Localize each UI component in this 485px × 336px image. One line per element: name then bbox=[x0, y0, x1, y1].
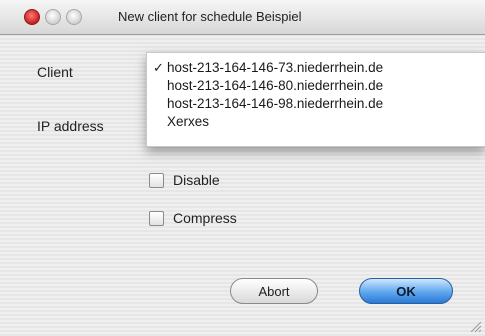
dialog-window: New client for schedule Beispiel Client … bbox=[0, 0, 485, 336]
compress-checkbox[interactable] bbox=[149, 211, 164, 226]
client-option[interactable]: ✓ host-213-164-146-73.niederrhein.de bbox=[147, 59, 485, 77]
client-dropdown-menu[interactable]: ✓ host-213-164-146-73.niederrhein.de hos… bbox=[146, 52, 485, 147]
client-option-label: host-213-164-146-73.niederrhein.de bbox=[167, 60, 384, 75]
client-option-label: host-213-164-146-98.niederrhein.de bbox=[167, 96, 384, 111]
client-label: Client bbox=[37, 64, 73, 80]
zoom-window-icon[interactable] bbox=[66, 9, 82, 25]
disable-label[interactable]: Disable bbox=[173, 171, 220, 189]
abort-button[interactable]: Abort bbox=[230, 278, 318, 304]
resize-grip-icon[interactable] bbox=[469, 320, 481, 332]
client-option-label: Xerxes bbox=[167, 114, 210, 129]
compress-label[interactable]: Compress bbox=[173, 209, 237, 227]
client-option[interactable]: host-213-164-146-80.niederrhein.de bbox=[147, 77, 485, 95]
client-option-label: host-213-164-146-80.niederrhein.de bbox=[167, 78, 384, 93]
ip-address-label: IP address bbox=[37, 118, 104, 134]
close-window-icon[interactable] bbox=[24, 9, 40, 25]
client-option[interactable]: host-213-164-146-98.niederrhein.de bbox=[147, 95, 485, 113]
window-title: New client for schedule Beispiel bbox=[118, 9, 302, 24]
checkmark-icon: ✓ bbox=[153, 60, 164, 75]
ok-button[interactable]: OK bbox=[359, 278, 453, 304]
disable-checkbox[interactable] bbox=[149, 173, 164, 188]
title-bar: New client for schedule Beispiel bbox=[0, 0, 485, 35]
minimize-window-icon[interactable] bbox=[45, 9, 61, 25]
client-option[interactable]: Xerxes bbox=[147, 113, 485, 131]
